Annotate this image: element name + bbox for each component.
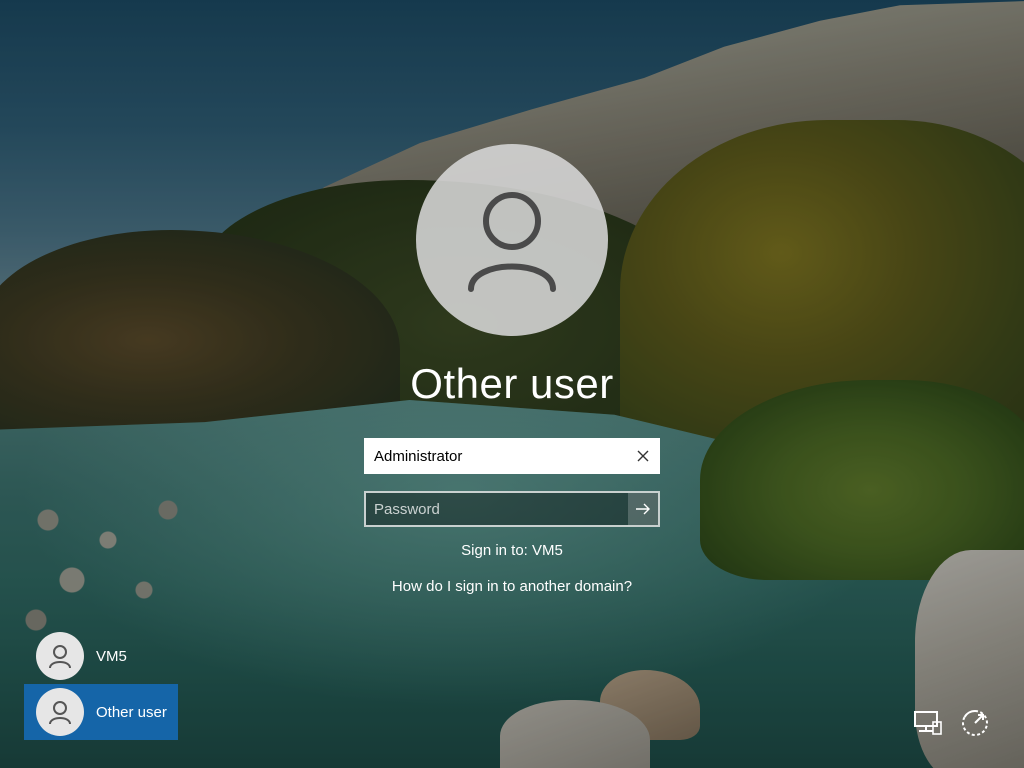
ease-of-access-button[interactable] (958, 706, 992, 740)
sign-in-submit-button[interactable] (628, 493, 658, 525)
ease-of-access-icon (962, 709, 988, 736)
user-avatar-large (416, 144, 608, 336)
username-input[interactable] (366, 440, 628, 472)
selected-user-name: Other user (410, 360, 614, 407)
password-field-container (364, 491, 660, 527)
user-icon (49, 701, 71, 725)
other-domain-help-link[interactable]: How do I sign in to another domain? (312, 578, 712, 595)
user-icon (468, 192, 556, 292)
sign-in-target-text: Sign in to: VM5 (461, 542, 563, 559)
network-icon (914, 711, 942, 735)
user-tile-label: Other user (96, 703, 167, 721)
user-tile-other-user[interactable]: Other user (24, 684, 178, 740)
network-button[interactable] (911, 706, 945, 740)
close-icon (637, 450, 649, 462)
user-tile-label: VM5 (96, 647, 127, 665)
user-icon (49, 645, 71, 669)
password-input[interactable] (366, 493, 628, 525)
username-field-container (364, 438, 660, 474)
user-tile-vm5[interactable]: VM5 (24, 628, 178, 684)
avatar (36, 632, 84, 680)
clear-username-button[interactable] (628, 440, 658, 472)
avatar (36, 688, 84, 736)
arrow-right-icon (636, 503, 650, 515)
